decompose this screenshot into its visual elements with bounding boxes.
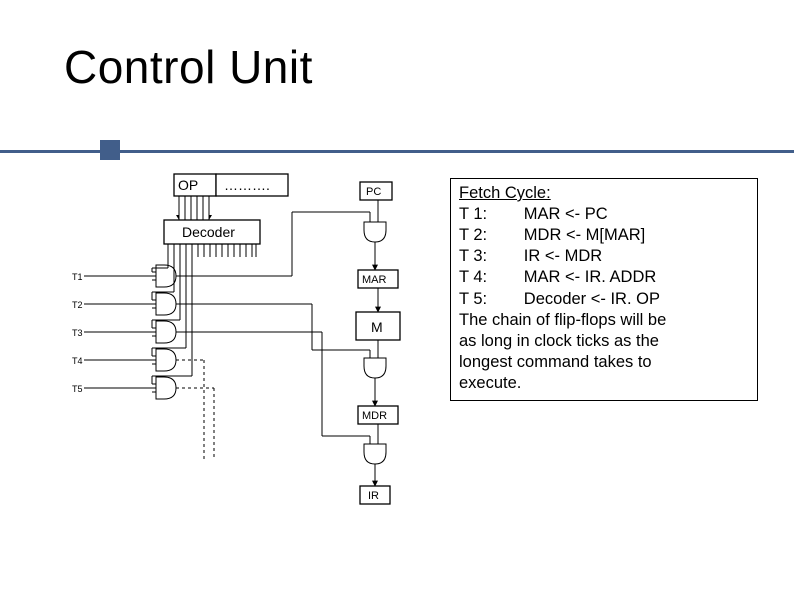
t2-label: T2 xyxy=(72,300,83,310)
decoder-label: Decoder xyxy=(182,224,235,240)
ir-label: IR xyxy=(368,490,379,502)
description-line: T 3: IR <- MDR xyxy=(459,247,602,265)
title-accent xyxy=(100,140,120,160)
m-label: M xyxy=(371,319,383,335)
description-line: longest command takes to xyxy=(459,353,652,371)
description-box: Fetch Cycle: T 1: MAR <- PC T 2: MDR <- … xyxy=(450,178,758,401)
description-line: T 2: MDR <- M[MAR] xyxy=(459,226,645,244)
description-heading: Fetch Cycle: xyxy=(459,184,551,202)
t1-label: T1 xyxy=(72,272,83,282)
mdr-label: MDR xyxy=(362,410,387,422)
description-line: The chain of flip-flops will be xyxy=(459,311,666,329)
slide: Control Unit OP ………. xyxy=(0,0,794,595)
description-line: T 1: MAR <- PC xyxy=(459,205,608,223)
mar-label: MAR xyxy=(362,274,387,286)
t5-label: T5 xyxy=(72,384,83,394)
description-line: T 5: Decoder <- IR. OP xyxy=(459,290,660,308)
t3-label: T3 xyxy=(72,328,83,338)
t4-label: T4 xyxy=(72,356,83,366)
op-ellipsis-label: ………. xyxy=(224,177,270,193)
op-label: OP xyxy=(178,177,198,193)
description-line: execute. xyxy=(459,374,521,392)
description-line: as long in clock ticks as the xyxy=(459,332,659,350)
pc-label: PC xyxy=(366,186,381,198)
description-line: T 4: MAR <- IR. ADDR xyxy=(459,268,656,286)
page-title: Control Unit xyxy=(64,40,313,94)
